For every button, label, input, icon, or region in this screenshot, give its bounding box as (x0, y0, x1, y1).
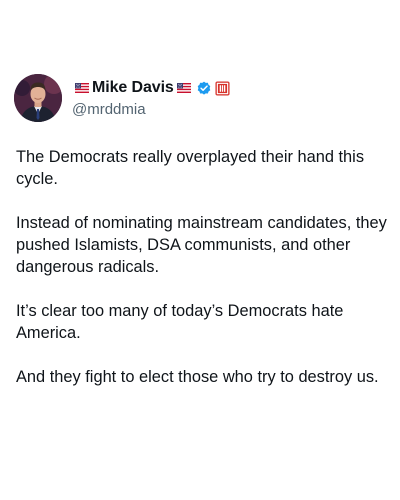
us-flag-icon (75, 83, 89, 93)
affiliation-badge-icon[interactable] (215, 80, 230, 96)
post-paragraph: Instead of nominating mainstream candida… (16, 214, 387, 276)
verified-badge-icon[interactable] (196, 80, 212, 96)
post-card: Mike Davis @mrddmia The Democrats really… (0, 0, 400, 500)
avatar-image (14, 74, 62, 122)
post-paragraph: It’s clear too many of today’s Democrats… (16, 302, 344, 342)
display-name[interactable]: Mike Davis (92, 79, 174, 97)
post-header: Mike Davis @mrddmia (14, 74, 230, 122)
author-names: Mike Davis @mrddmia (72, 78, 230, 118)
avatar[interactable] (14, 74, 62, 122)
name-row: Mike Davis (72, 78, 230, 98)
post-paragraph: The Democrats really overplayed their ha… (16, 148, 365, 188)
post-body: The Democrats really overplayed their ha… (16, 146, 388, 410)
post-paragraph: And they fight to elect those who try to… (16, 368, 379, 386)
handle[interactable]: @mrddmia (72, 101, 230, 118)
us-flag-icon (176, 83, 191, 93)
